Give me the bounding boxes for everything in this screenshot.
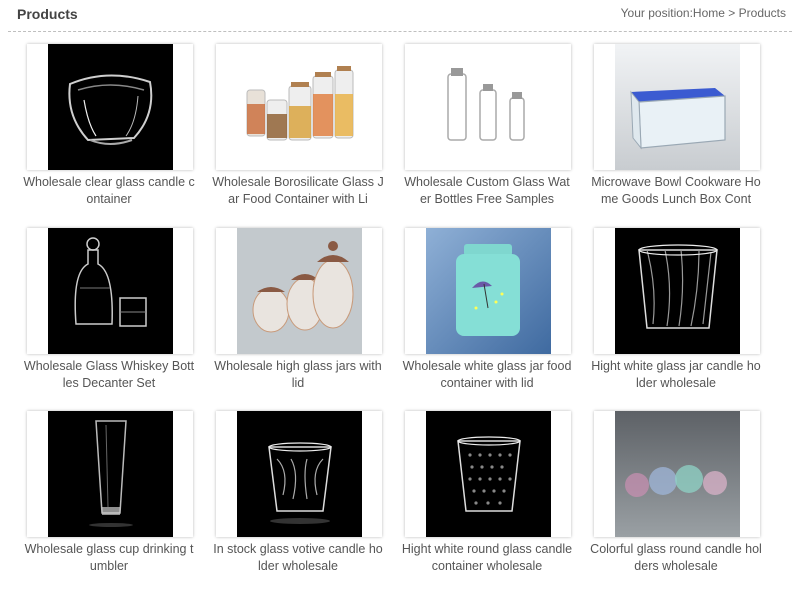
page-header: Products Your position:Home > Products	[0, 0, 808, 34]
page-title: Products	[17, 6, 78, 22]
product-thumbnail[interactable]	[216, 411, 382, 537]
decanter-set-icon	[48, 228, 173, 354]
breadcrumb-position-label: Your position:	[620, 6, 693, 20]
dotted-container-icon	[426, 411, 551, 537]
tall-tumbler-icon	[48, 411, 173, 537]
product-card[interactable]: Wholesale clear glass candle container	[23, 41, 195, 211]
breadcrumb-current-link[interactable]: Products	[739, 6, 786, 20]
product-thumbnail[interactable]	[216, 228, 382, 354]
product-card[interactable]: Microwave Bowl Cookware Home Goods Lunch…	[590, 41, 762, 211]
jars-with-lid-icon	[237, 228, 362, 354]
product-thumbnail[interactable]	[27, 411, 193, 537]
product-card[interactable]: Hight white glass jar candle holder whol…	[590, 225, 762, 395]
product-caption-link[interactable]: In stock glass votive candle holder whol…	[212, 541, 384, 575]
product-caption-link[interactable]: Wholesale high glass jars with lid	[212, 358, 384, 392]
product-caption-link[interactable]: Wholesale Borosilicate Glass Jar Food Co…	[212, 174, 384, 208]
votive-holder-icon	[237, 411, 362, 537]
water-bottles-icon	[426, 44, 551, 170]
product-card[interactable]: Wholesale glass cup drinking tumbler	[23, 408, 195, 578]
candle-holder-icon	[615, 228, 740, 354]
lunch-box-icon	[615, 44, 740, 170]
breadcrumb: Your position:Home > Products	[621, 6, 786, 20]
breadcrumb-separator: >	[728, 6, 736, 20]
product-thumbnail[interactable]	[594, 411, 760, 537]
product-card[interactable]: Hight white round glass candle container…	[401, 408, 573, 578]
product-caption-link[interactable]: Hight white round glass candle container…	[401, 541, 573, 575]
colorful-holders-icon	[615, 411, 740, 537]
breadcrumb-home-link[interactable]: Home	[693, 6, 725, 20]
product-thumbnail[interactable]	[27, 44, 193, 170]
product-card[interactable]: Colorful glass round candle holders whol…	[590, 408, 762, 578]
product-card[interactable]: Wholesale Borosilicate Glass Jar Food Co…	[212, 41, 384, 211]
product-caption-link[interactable]: Wholesale white glass jar food container…	[401, 358, 573, 392]
header-divider	[8, 31, 792, 32]
product-caption-link[interactable]: Colorful glass round candle holders whol…	[590, 541, 762, 575]
food-jars-icon	[237, 44, 362, 170]
product-thumbnail[interactable]	[27, 228, 193, 354]
product-card[interactable]: Wholesale Glass Whiskey Bottles Decanter…	[23, 225, 195, 395]
product-caption-link[interactable]: Microwave Bowl Cookware Home Goods Lunch…	[590, 174, 762, 208]
product-caption-link[interactable]: Wholesale Glass Whiskey Bottles Decanter…	[23, 358, 195, 392]
product-caption-link[interactable]: Hight white glass jar candle holder whol…	[590, 358, 762, 392]
product-card[interactable]: Wholesale Custom Glass Water Bottles Fre…	[401, 41, 573, 211]
product-thumbnail[interactable]	[405, 44, 571, 170]
product-card[interactable]: Wholesale white glass jar food container…	[401, 225, 573, 395]
product-caption-link[interactable]: Wholesale clear glass candle container	[23, 174, 195, 208]
product-thumbnail[interactable]	[216, 44, 382, 170]
product-thumbnail[interactable]	[594, 228, 760, 354]
product-caption-link[interactable]: Wholesale Custom Glass Water Bottles Fre…	[401, 174, 573, 208]
product-card[interactable]: Wholesale high glass jars with lid	[212, 225, 384, 395]
product-thumbnail[interactable]	[405, 228, 571, 354]
product-thumbnail[interactable]	[594, 44, 760, 170]
product-card[interactable]: In stock glass votive candle holder whol…	[212, 408, 384, 578]
product-caption-link[interactable]: Wholesale glass cup drinking tumbler	[23, 541, 195, 575]
blue-jar-icon	[426, 228, 551, 354]
product-thumbnail[interactable]	[405, 411, 571, 537]
clear-glass-bowl-icon	[48, 44, 173, 170]
